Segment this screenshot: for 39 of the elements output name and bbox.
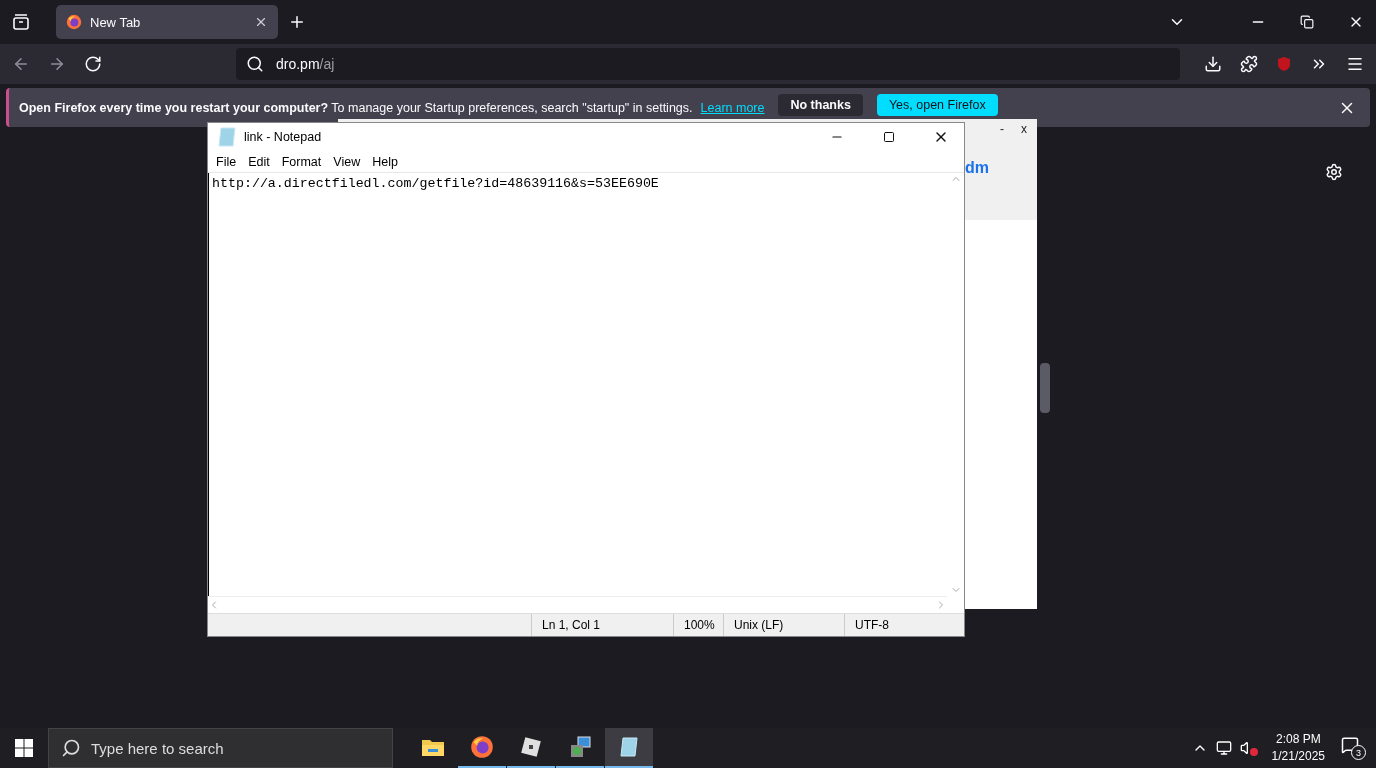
status-text: Unix (LF) (734, 618, 784, 632)
search-field[interactable]: Type here to search (48, 728, 393, 768)
menu-item[interactable]: View (327, 154, 367, 169)
date-text: 1/21/2025 (1271, 748, 1325, 765)
scroll-handle[interactable] (1040, 363, 1050, 413)
close-icon[interactable] (254, 15, 268, 29)
time-text: 2:08 PM (1275, 731, 1321, 748)
clock[interactable]: 2:08 PM 1/21/2025 (1271, 731, 1325, 765)
learn-more-link[interactable]: Learn more (700, 100, 765, 115)
folder-icon (421, 737, 445, 757)
logo-text: dm (965, 159, 989, 177)
notification-message: Open Firefox every time you restart your computer? To manage your Startup preferences, search "startup" in settings. (19, 100, 693, 115)
confirm-button[interactable]: Yes, open Firefox (876, 94, 998, 116)
browser-tab[interactable]: New Tab (56, 5, 278, 39)
settings-icon[interactable] (1325, 163, 1343, 181)
firefox-icon (66, 14, 82, 30)
window-title: link - Notepad (244, 130, 322, 144)
close-button[interactable]: x (1021, 122, 1027, 136)
address-field[interactable]: dro.pm/aj (236, 48, 1180, 80)
notepad-icon (618, 736, 640, 758)
dismiss-button[interactable]: No thanks (778, 94, 863, 116)
search-icon (246, 55, 264, 73)
search-icon (61, 738, 81, 758)
menu-item[interactable]: Help (366, 154, 404, 169)
status-text: Ln 1, Col 1 (542, 618, 601, 632)
taskbar-app[interactable] (605, 728, 653, 768)
network-icon[interactable] (1215, 740, 1232, 756)
volume-muted-icon[interactable] (1239, 740, 1256, 756)
installer-icon (568, 735, 592, 759)
menu-item[interactable]: File (210, 154, 243, 169)
menu-item[interactable]: Edit (242, 154, 276, 169)
menu-item[interactable]: Format (275, 154, 328, 169)
status-text: 100% (684, 618, 715, 632)
tab-title: New Tab (90, 14, 142, 30)
cube-icon (520, 736, 542, 758)
maximize-icon[interactable] (883, 131, 895, 143)
firefox-icon (470, 735, 494, 759)
windows-logo-icon[interactable] (15, 739, 33, 757)
status-text: UTF-8 (855, 618, 889, 632)
